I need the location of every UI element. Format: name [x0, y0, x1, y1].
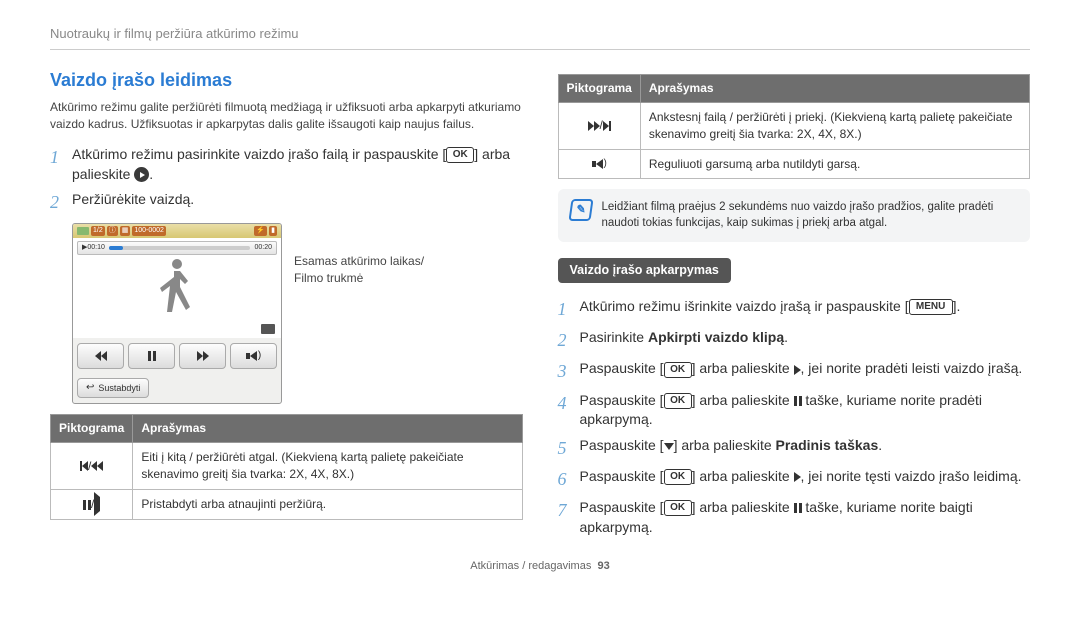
table-row: ) Reguliuoti garsumą arba nutildyti gars… — [558, 149, 1030, 179]
page-footer: Atkūrimas / redagavimas 93 — [50, 559, 1030, 574]
left-icon-table: Piktograma Aprašymas / Eiti į kitą / per… — [50, 414, 523, 519]
stop-button[interactable]: ↩ Sustabdyti — [77, 378, 149, 398]
table-row: / Eiti į kitą / peržiūrėti atgal. (Kiekv… — [51, 443, 523, 490]
ok-key-icon: OK — [664, 469, 692, 485]
step-body: Pasirinkite Apkirpti vaizdo klipą. — [580, 328, 1031, 353]
table-header-desc: Aprašymas — [133, 415, 522, 443]
menu-key-icon: MENU — [909, 299, 953, 315]
pause-icon — [794, 503, 802, 513]
volume-icon: ) — [558, 149, 640, 179]
rewind-skip-icon: / — [51, 443, 133, 490]
step-number: 2 — [50, 190, 72, 215]
player-side-label: Esamas atkūrimo laikas/ Filmo trukmė — [294, 223, 424, 287]
table-header-icon: Piktograma — [558, 75, 640, 103]
forward-skip-icon: / — [558, 102, 640, 149]
step-body: Paspauskite [OK] arba palieskite taške, … — [580, 391, 1031, 430]
table-header-desc: Aprašymas — [640, 75, 1029, 103]
step-number: 4 — [558, 391, 580, 430]
right-column: Piktograma Aprašymas / Ankstesnį failą /… — [558, 68, 1031, 543]
pause-icon — [794, 396, 802, 406]
step-body: Atkūrimo režimu pasirinkite vaizdo įrašo… — [72, 145, 523, 184]
step-body: Peržiūrėkite vaizdą. — [72, 190, 523, 215]
time-start: 00:10 — [87, 243, 105, 253]
step-number: 2 — [558, 328, 580, 353]
step-number: 6 — [558, 467, 580, 492]
breadcrumb: Nuotraukų ir filmų peržiūra atkūrimo rež… — [50, 25, 1030, 50]
step-body: Paspauskite [OK] arba palieskite , jei n… — [580, 359, 1031, 384]
note-box: ✎ Leidžiant filmą praėjus 2 sekundėms nu… — [558, 189, 1031, 241]
step-number: 1 — [50, 145, 72, 184]
step-number: 1 — [558, 297, 580, 322]
video-player-mock: 1/2 ⓘ▦100-0002 ⚡▮ ▶00:10 00:20 — [72, 223, 282, 404]
step-body: Paspauskite [] arba palieskite Pradinis … — [580, 436, 1031, 461]
ok-key-icon: OK — [664, 362, 692, 378]
left-column: Vaizdo įrašo leidimas Atkūrimo režimu ga… — [50, 68, 523, 543]
ok-key-icon: OK — [664, 500, 692, 516]
ok-key-icon: OK — [446, 147, 474, 163]
intro-text: Atkūrimo režimu galite peržiūrėti filmuo… — [50, 99, 523, 133]
dancer-silhouette-icon — [152, 253, 202, 323]
player-controls: ) — [73, 338, 281, 374]
step-body: Paspauskite [OK] arba palieskite taške, … — [580, 498, 1031, 537]
play-icon — [794, 365, 801, 375]
rewind-button[interactable] — [77, 343, 124, 369]
volume-button[interactable]: ) — [230, 343, 277, 369]
step-number: 3 — [558, 359, 580, 384]
down-key-icon — [664, 443, 674, 450]
step-number: 5 — [558, 436, 580, 461]
pause-play-icon: / — [51, 489, 133, 519]
player-topbar: 1/2 ⓘ▦100-0002 ⚡▮ — [73, 224, 281, 238]
back-arrow-icon: ↩ — [86, 381, 94, 395]
play-icon — [794, 472, 801, 482]
table-row: / Ankstesnį failą / peržiūrėti į priekį.… — [558, 102, 1030, 149]
counter-chip: 1/2 — [91, 226, 105, 236]
note-icon: ✎ — [568, 199, 593, 221]
forward-button[interactable] — [179, 343, 226, 369]
note-text: Leidžiant filmą praėjus 2 sekundėms nuo … — [602, 199, 1019, 231]
play-circle-icon — [134, 167, 149, 182]
step-body: Paspauskite [OK] arba palieskite , jei n… — [580, 467, 1031, 492]
table-row: / Pristabdyti arba atnaujinti peržiūrą. — [51, 489, 523, 519]
right-icon-table: Piktograma Aprašymas / Ankstesnį failą /… — [558, 74, 1031, 179]
section-title: Vaizdo įrašo leidimas — [50, 68, 523, 93]
step-body: Atkūrimo režimu išrinkite vaizdo įrašą i… — [580, 297, 1031, 322]
sub-heading: Vaizdo įrašo apkarpymas — [558, 258, 731, 284]
pause-button[interactable] — [128, 343, 175, 369]
ok-key-icon: OK — [664, 393, 692, 409]
time-end: 00:20 — [254, 243, 272, 253]
table-header-icon: Piktograma — [51, 415, 133, 443]
step-number: 7 — [558, 498, 580, 537]
film-icon — [261, 324, 275, 334]
